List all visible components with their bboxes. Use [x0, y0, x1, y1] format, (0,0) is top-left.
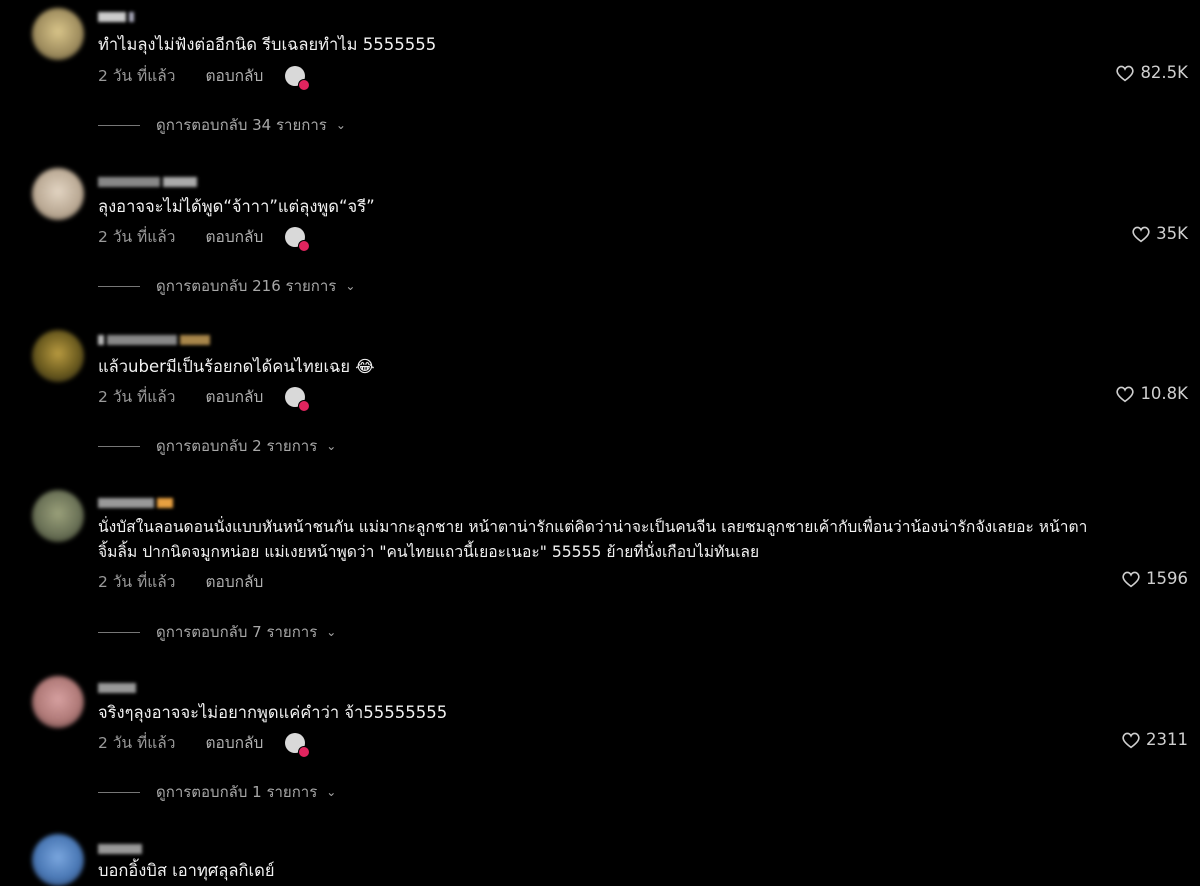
heart-icon [1132, 226, 1150, 242]
view-replies-label: ดูการตอบกลับ 7 รายการ [156, 623, 318, 641]
heart-icon [1116, 65, 1135, 81]
divider-line [98, 285, 140, 287]
divider-line [98, 124, 140, 126]
username-blurred[interactable] [98, 681, 136, 695]
chevron-down-icon: ⌄ [326, 439, 337, 453]
view-replies-label: ดูการตอบกลับ 34 รายการ [156, 116, 327, 134]
view-replies-button[interactable]: ดูการตอบกลับ 216 รายการ ⌄ [98, 274, 355, 298]
username-blurred[interactable] [98, 333, 210, 347]
comment-meta: 2 วัน ที่แล้ว ตอบกลับ [98, 730, 311, 758]
timestamp: 2 วัน ที่แล้ว [98, 573, 176, 591]
chevron-down-icon: ⌄ [326, 625, 337, 639]
creator-liked-avatar [285, 65, 311, 91]
like-button[interactable]: 35K [1131, 224, 1188, 243]
like-count: 35K [1156, 224, 1188, 243]
comment-text: ลุงอาจจะไม่ได้พูด“จ้าาา”แต่ลุงพูด“จรี” [98, 197, 375, 216]
like-button[interactable]: 10.8K [1115, 384, 1188, 403]
comment-text: บอกอิ้งบิส เอาทุศลุลกิเดย์ [98, 861, 275, 880]
view-replies-label: ดูการตอบกลับ 2 รายการ [156, 437, 318, 455]
avatar[interactable] [32, 490, 84, 542]
view-replies-button[interactable]: ดูการตอบกลับ 1 รายการ ⌄ [98, 780, 336, 804]
view-replies-button[interactable]: ดูการตอบกลับ 2 รายการ ⌄ [98, 434, 336, 458]
comment-text: แล้วuberมีเป็นร้อยกดได้คนไทยเฉย 😂 [98, 357, 375, 376]
username-blurred[interactable] [98, 10, 134, 24]
username-blurred[interactable] [98, 842, 142, 856]
avatar[interactable] [32, 330, 84, 382]
avatar[interactable] [32, 168, 84, 220]
avatar[interactable] [32, 834, 84, 886]
comment-text-line1: นั่งบัสในลอนดอนนั่งแบบหันหน้าชนกัน แม่มา… [98, 518, 1088, 536]
comment-meta: 2 วัน ที่แล้ว ตอบกลับ [98, 224, 311, 252]
heart-icon [1122, 732, 1140, 748]
creator-liked-avatar [285, 226, 311, 252]
chevron-down-icon: ⌄ [326, 785, 337, 799]
username-blurred[interactable] [98, 175, 197, 189]
comment-text: จริงๆลุงอาจจะไม่อยากพูดแค่คำว่า จ้า55555… [98, 703, 448, 722]
chevron-down-icon: ⌄ [335, 118, 346, 132]
divider-line [98, 445, 140, 447]
view-replies-button[interactable]: ดูการตอบกลับ 7 รายการ ⌄ [98, 620, 336, 644]
view-replies-label: ดูการตอบกลับ 1 รายการ [156, 783, 318, 801]
reply-button[interactable]: ตอบกลับ [205, 569, 263, 594]
comment-meta: 2 วัน ที่แล้ว ตอบกลับ [98, 569, 263, 594]
like-button[interactable]: 1596 [1121, 569, 1188, 588]
timestamp: 2 วัน ที่แล้ว [98, 67, 176, 85]
reply-button[interactable]: ตอบกลับ [205, 63, 263, 88]
view-replies-button[interactable]: ดูการตอบกลับ 34 รายการ ⌄ [98, 113, 346, 137]
avatar[interactable] [32, 676, 84, 728]
chevron-down-icon: ⌄ [345, 279, 356, 293]
heart-icon [1116, 386, 1135, 402]
comment-text-line2: จิ้มลิ้ม ปากนิดจมูกหน่อย แม่เงยหน้าพูดว่… [98, 543, 760, 561]
avatar[interactable] [32, 8, 84, 60]
timestamp: 2 วัน ที่แล้ว [98, 734, 176, 752]
divider-line [98, 791, 140, 793]
comment-text: ทำไมลุงไม่ฟังต่ออีกนิด รีบเฉลยทำไม 55555… [98, 35, 437, 54]
view-replies-label: ดูการตอบกลับ 216 รายการ [156, 277, 337, 295]
divider-line [98, 631, 140, 633]
reply-button[interactable]: ตอบกลับ [205, 384, 263, 409]
creator-liked-avatar [285, 732, 311, 758]
comment-meta: 2 วัน ที่แล้ว ตอบกลับ [98, 63, 311, 91]
timestamp: 2 วัน ที่แล้ว [98, 228, 176, 246]
reply-button[interactable]: ตอบกลับ [205, 730, 263, 755]
like-count: 82.5K [1140, 63, 1188, 82]
like-count: 10.8K [1140, 384, 1188, 403]
heart-icon [1122, 571, 1140, 587]
like-count: 2311 [1146, 730, 1188, 749]
comment-meta: 2 วัน ที่แล้ว ตอบกลับ [98, 384, 311, 412]
username-blurred[interactable] [98, 496, 173, 510]
creator-liked-avatar [285, 386, 311, 412]
timestamp: 2 วัน ที่แล้ว [98, 388, 176, 406]
like-button[interactable]: 2311 [1121, 730, 1188, 749]
reply-button[interactable]: ตอบกลับ [205, 224, 263, 249]
like-count: 1596 [1146, 569, 1188, 588]
like-button[interactable]: 82.5K [1115, 63, 1188, 82]
